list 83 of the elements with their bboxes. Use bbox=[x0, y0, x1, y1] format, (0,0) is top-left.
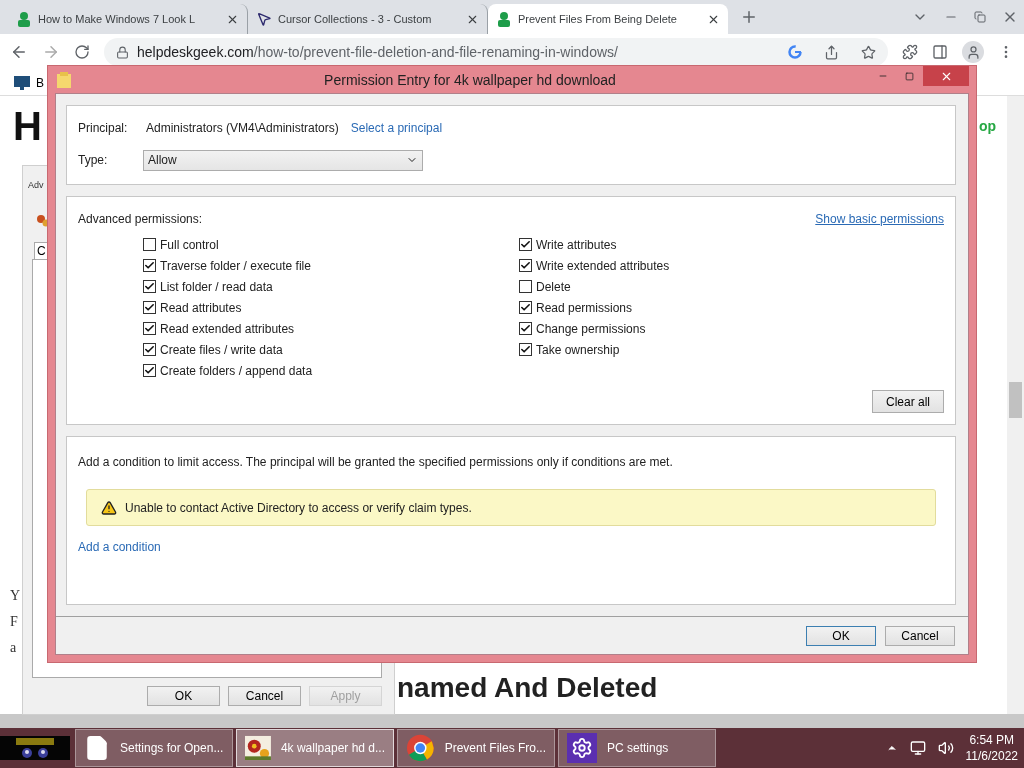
article-text: Y bbox=[10, 588, 21, 604]
section-heading: Advanced permissions: bbox=[78, 212, 203, 226]
warning-text: Unable to contact Active Directory to access or verify claim types. bbox=[125, 500, 472, 515]
basic-permissions-link[interactable]: Show basic permissions bbox=[815, 212, 944, 226]
taskbar-item[interactable]: 4k wallpaper hd d... bbox=[236, 729, 394, 767]
window-label: Adv bbox=[28, 180, 44, 190]
back-icon[interactable] bbox=[10, 43, 28, 61]
checkbox[interactable] bbox=[143, 280, 156, 293]
lock-icon bbox=[116, 45, 129, 59]
star-icon[interactable] bbox=[861, 44, 876, 60]
address-bar[interactable]: helpdeskgeek.com/how-to/prevent-file-deletion-and-file-renaming-in-windows/ bbox=[104, 38, 888, 66]
permission-label: Read attributes bbox=[160, 300, 242, 315]
taskbar-item[interactable]: Settings for Open... bbox=[75, 729, 233, 767]
permission-label: Delete bbox=[536, 279, 571, 294]
checkbox[interactable] bbox=[519, 343, 532, 356]
dialog-button[interactable]: Cancel bbox=[228, 686, 301, 706]
condition-text: Add a condition to limit access. The principal will be granted the specified permissions only if conditions are met. bbox=[78, 455, 674, 469]
person-icon bbox=[496, 11, 512, 27]
url-path: /how-to/prevent-file-deletion-and-file-renaming-in-windows/ bbox=[253, 44, 619, 60]
permission-label: Change permissions bbox=[536, 321, 646, 336]
maximize-icon[interactable] bbox=[905, 71, 914, 81]
checkbox[interactable] bbox=[519, 238, 532, 251]
permission-label: Read extended attributes bbox=[160, 321, 295, 336]
permission-label: Traverse folder / execute file bbox=[160, 258, 311, 273]
url-host: helpdeskgeek.com bbox=[137, 44, 254, 60]
checkbox[interactable] bbox=[143, 259, 156, 272]
volume-icon[interactable] bbox=[937, 740, 954, 756]
document-icon bbox=[84, 735, 110, 761]
dialog-button[interactable]: Cancel bbox=[885, 626, 955, 646]
side-panel-icon[interactable] bbox=[932, 44, 948, 60]
gear-icon bbox=[567, 733, 597, 763]
permission-label: Create folders / append data bbox=[160, 363, 313, 378]
type-dropdown[interactable]: Allow bbox=[143, 149, 423, 171]
permission-label: Full control bbox=[160, 237, 219, 252]
bookmark-icon bbox=[14, 75, 30, 90]
dialog-button[interactable]: OK bbox=[806, 626, 876, 646]
permission-label: Read permissions bbox=[536, 300, 633, 315]
profile-icon[interactable] bbox=[962, 41, 984, 63]
cursor-icon bbox=[256, 11, 272, 27]
permission-label: List folder / read data bbox=[160, 279, 273, 294]
article-text: a bbox=[10, 640, 17, 656]
share-icon[interactable] bbox=[824, 44, 839, 60]
checkbox[interactable] bbox=[519, 322, 532, 335]
article-heading: named And Deleted bbox=[397, 672, 658, 704]
chrome-icon bbox=[406, 733, 435, 763]
network-icon[interactable] bbox=[909, 740, 926, 756]
google-icon[interactable] bbox=[788, 45, 802, 59]
warning-icon bbox=[101, 499, 117, 516]
horizontal-scrollbar[interactable] bbox=[0, 714, 1024, 728]
checkbox[interactable] bbox=[519, 280, 532, 293]
field-label: Principal: bbox=[78, 121, 129, 135]
taskbar-item[interactable]: PC settings bbox=[558, 729, 716, 767]
checkbox[interactable] bbox=[143, 364, 156, 377]
checkbox[interactable] bbox=[143, 322, 156, 335]
field-label: Type: bbox=[78, 153, 109, 167]
new-tab-icon[interactable] bbox=[740, 8, 758, 26]
window-title: Permission Entry for 4k wallpaper hd download bbox=[323, 71, 617, 88]
checkbox[interactable] bbox=[143, 238, 156, 251]
permission-label: Write attributes bbox=[536, 237, 617, 252]
permission-label: Create files / write data bbox=[160, 342, 283, 357]
clock[interactable]: 6:54 PM 11/6/2022 bbox=[965, 732, 1018, 764]
permission-label: Write extended attributes bbox=[536, 258, 670, 273]
clear-all-button[interactable]: Clear all bbox=[872, 390, 944, 413]
add-condition-link[interactable]: Add a condition bbox=[78, 540, 944, 554]
bookmark-label[interactable]: B bbox=[36, 75, 44, 90]
restore-icon[interactable] bbox=[974, 11, 986, 23]
checkbox[interactable] bbox=[519, 301, 532, 314]
site-logo[interactable]: H bbox=[13, 106, 40, 146]
taskbar-item[interactable]: Prevent Files Fro... bbox=[397, 729, 555, 767]
person-icon bbox=[16, 11, 32, 27]
select-principal-link[interactable]: Select a principal bbox=[350, 121, 443, 135]
checkbox[interactable] bbox=[519, 259, 532, 272]
folder-icon bbox=[57, 71, 71, 88]
browser-tab[interactable]: Prevent Files From Being Delete bbox=[488, 4, 728, 34]
permission-label: Take ownership bbox=[536, 342, 620, 357]
reload-icon[interactable] bbox=[74, 44, 90, 60]
puzzle-icon[interactable] bbox=[902, 44, 918, 60]
article-text: F bbox=[10, 614, 18, 630]
checkbox[interactable] bbox=[143, 343, 156, 356]
scrollbar[interactable] bbox=[1007, 96, 1024, 714]
principal-name: Administrators (VM4\Administrators) bbox=[146, 121, 339, 135]
dialog-button[interactable]: OK bbox=[147, 686, 220, 706]
checkbox[interactable] bbox=[143, 301, 156, 314]
